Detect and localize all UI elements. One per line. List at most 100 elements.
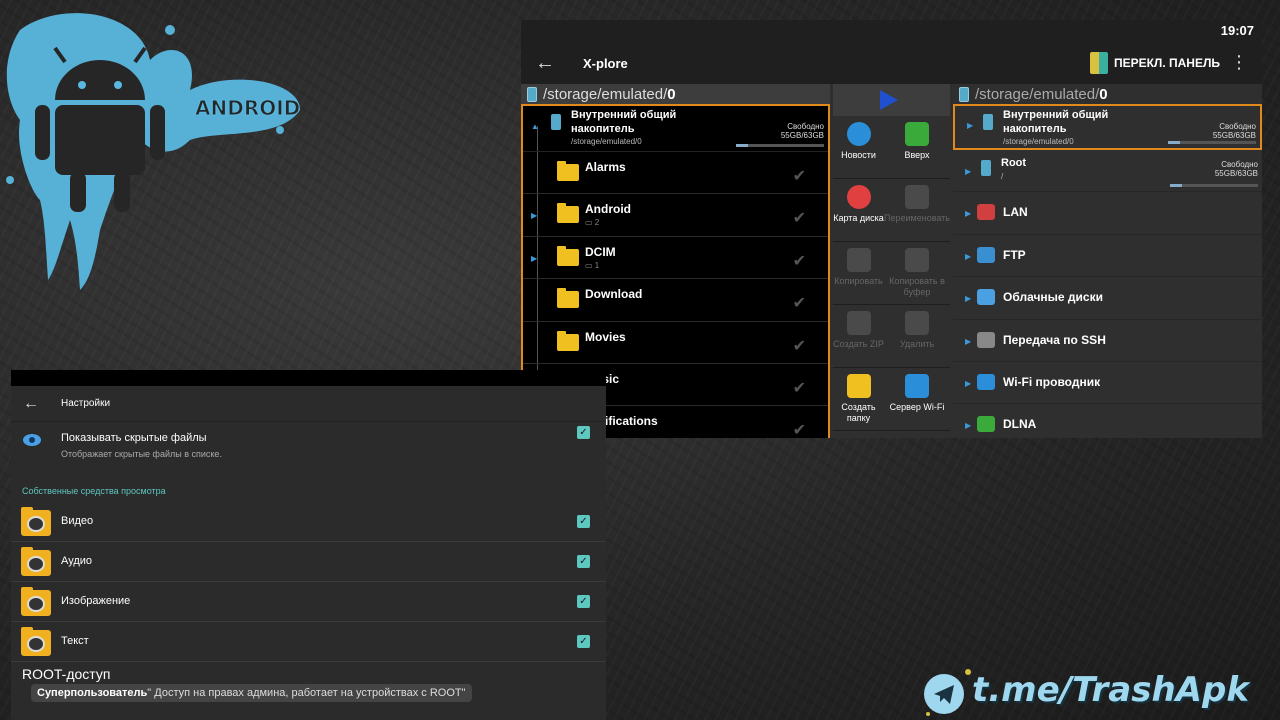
location-name: LAN [1003, 205, 1028, 220]
location-name: Wi-Fi проводник [1003, 374, 1101, 389]
location-row[interactable]: ▶ Wi-Fi проводник [953, 362, 1262, 405]
tool-button[interactable]: Новости [833, 116, 885, 179]
folder-count-value: 1 [594, 260, 600, 270]
root-path: / [1001, 172, 1004, 181]
back-arrow-icon[interactable]: ← [521, 52, 569, 75]
switch-panel-icon [1089, 52, 1108, 74]
cloud-icon [977, 289, 995, 306]
app-bar: ← X-plore ПЕРЕКЛ. ПАНЕЛЬ ⋮ [521, 42, 1262, 84]
new-folder-icon [846, 374, 871, 398]
tree-line [537, 152, 538, 194]
select-check-icon[interactable]: ✔ [793, 420, 806, 438]
tool-label: Вверх [904, 150, 930, 160]
hidden-files-sub: Отображает скрытые файлы в списке. [61, 449, 222, 459]
tool-button[interactable]: Копировать в буфер [884, 242, 950, 305]
root-free: Свободно 55GB/63GB [1215, 160, 1258, 178]
tool-button[interactable]: Переименовать [884, 179, 950, 242]
location-name: FTP [1003, 247, 1026, 262]
clipboard-icon [905, 248, 929, 272]
select-check-icon[interactable]: ✔ [793, 293, 806, 313]
location-name: Облачные диски [1003, 290, 1103, 305]
viewer-setting[interactable]: Текст ✓ [11, 622, 606, 662]
app-title: X-plore [583, 55, 628, 71]
tool-label: Создать ZIP [833, 339, 884, 349]
wifi-icon [977, 373, 995, 390]
tool-label: Переименовать [884, 213, 950, 223]
folder-row[interactable]: Movies ✔ [523, 321, 828, 364]
select-check-icon[interactable]: ✔ [793, 251, 806, 271]
expand-arrow-icon[interactable]: ▶ [531, 254, 537, 263]
folder-row[interactable]: Download ✔ [523, 279, 828, 322]
expand-arrow-icon[interactable]: ▶ [531, 211, 537, 220]
right-file-panel: ▶ Внутренний общий накопитель /storage/e… [953, 104, 1262, 438]
folder-name: DCIM [585, 244, 616, 259]
viewer-setting[interactable]: Аудио ✓ [11, 542, 606, 582]
folder-name: Movies [585, 329, 626, 344]
folder-row[interactable]: ▶ DCIM ▭ 1 ✔ [523, 236, 828, 280]
tool-button[interactable]: Карта диска [833, 179, 885, 242]
expand-arrow-icon[interactable]: ▶ [965, 421, 971, 430]
right-path-bar[interactable]: /storage/emulated/0 [953, 84, 1262, 104]
select-check-icon[interactable]: ✔ [793, 166, 806, 186]
tool-button[interactable]: Удалить [884, 305, 950, 368]
left-path-text: /storage/emulated/ [543, 85, 668, 103]
lan-icon [977, 204, 995, 221]
folder-icon [557, 203, 579, 224]
viewer-checkbox[interactable]: ✓ [577, 515, 590, 528]
more-menu-icon[interactable]: ⋮ [1230, 52, 1248, 73]
expand-arrow-icon[interactable]: ▶ [965, 379, 971, 388]
settings-app-bar: ← Настройки [11, 386, 606, 422]
folder-count: ▭ 2 [585, 218, 600, 228]
viewer-setting[interactable]: Видео ✓ [11, 502, 606, 542]
tool-button[interactable]: Вверх [884, 116, 950, 179]
telegram-link: t.me/TrashApk [972, 670, 1249, 710]
expand-arrow-icon[interactable]: ▲ [531, 122, 539, 131]
folder-name: Android [585, 202, 631, 217]
tool-button[interactable]: Копировать [833, 242, 885, 305]
copy-direction-arrow-icon [833, 84, 950, 116]
expand-arrow-icon[interactable]: ▶ [965, 337, 971, 346]
tool-label: Копировать в буфер [889, 276, 945, 297]
viewer-checkbox[interactable]: ✓ [577, 635, 590, 648]
select-check-icon[interactable]: ✔ [793, 336, 806, 356]
viewer-checkbox[interactable]: ✓ [577, 595, 590, 608]
viewer-setting[interactable]: Изображение ✓ [11, 582, 606, 622]
expand-arrow-icon[interactable]: ▶ [967, 121, 973, 130]
tool-grid: Новости Вверх Карта диска Переименовать Копи… [833, 116, 950, 431]
location-row[interactable]: ▶ FTP [953, 235, 1262, 278]
ssh-icon [977, 331, 995, 348]
location-row[interactable]: ▶ Передача по SSH [953, 320, 1262, 362]
root-tooltip: Суперпользователь" Доступ на правах адми… [31, 684, 472, 702]
xplore-window: 19:07 ← X-plore ПЕРЕКЛ. ПАНЕЛЬ ⋮ /storag… [521, 20, 1262, 438]
location-row[interactable]: ▶ DLNA [953, 404, 1262, 438]
switch-panel-button[interactable]: ПЕРЕКЛ. ПАНЕЛЬ [1089, 52, 1220, 74]
hidden-files-checkbox[interactable]: ✓ [577, 426, 590, 439]
phone-icon [527, 86, 537, 102]
tool-button[interactable]: Создать ZIP [833, 305, 885, 368]
folder-row[interactable]: Alarms ✔ [523, 152, 828, 195]
settings-top-strip [11, 370, 606, 386]
tool-button[interactable]: Создать папку [833, 368, 885, 431]
expand-arrow-icon[interactable]: ▶ [965, 294, 971, 303]
select-check-icon[interactable]: ✔ [793, 208, 806, 228]
viewer-checkbox[interactable]: ✓ [577, 555, 590, 568]
back-arrow-icon[interactable]: ← [11, 395, 51, 413]
logo-text: ANDROID [195, 96, 300, 120]
root-access-title: ROOT-доступ [22, 666, 111, 682]
free-label: Свободно [1221, 160, 1258, 169]
hidden-files-setting[interactable]: Показывать скрытые файлы Отображает скры… [11, 422, 606, 478]
location-row[interactable]: ▶ Облачные диски [953, 277, 1262, 320]
select-check-icon[interactable]: ✔ [793, 378, 806, 398]
expand-arrow-icon[interactable]: ▶ [965, 252, 971, 261]
internal-storage-row[interactable]: ▲ Внутренний общий накопитель /storage/e… [523, 106, 828, 152]
left-path-bar[interactable]: /storage/emulated/0 [521, 84, 830, 104]
expand-arrow-icon[interactable]: ▶ [965, 209, 971, 218]
root-row[interactable]: ▶ Root / Свободно 55GB/63GB [953, 150, 1262, 193]
tool-button[interactable]: Сервер Wi-Fi [884, 368, 950, 431]
tool-label: Копировать [834, 276, 883, 286]
free-value: 55GB/63GB [1214, 169, 1258, 178]
expand-arrow-icon[interactable]: ▶ [965, 167, 971, 176]
folder-row[interactable]: ▶ Android ▭ 2 ✔ [523, 194, 828, 237]
right-storage-row[interactable]: ▶ Внутренний общий накопитель /storage/e… [953, 104, 1262, 150]
location-row[interactable]: ▶ LAN [953, 192, 1262, 235]
